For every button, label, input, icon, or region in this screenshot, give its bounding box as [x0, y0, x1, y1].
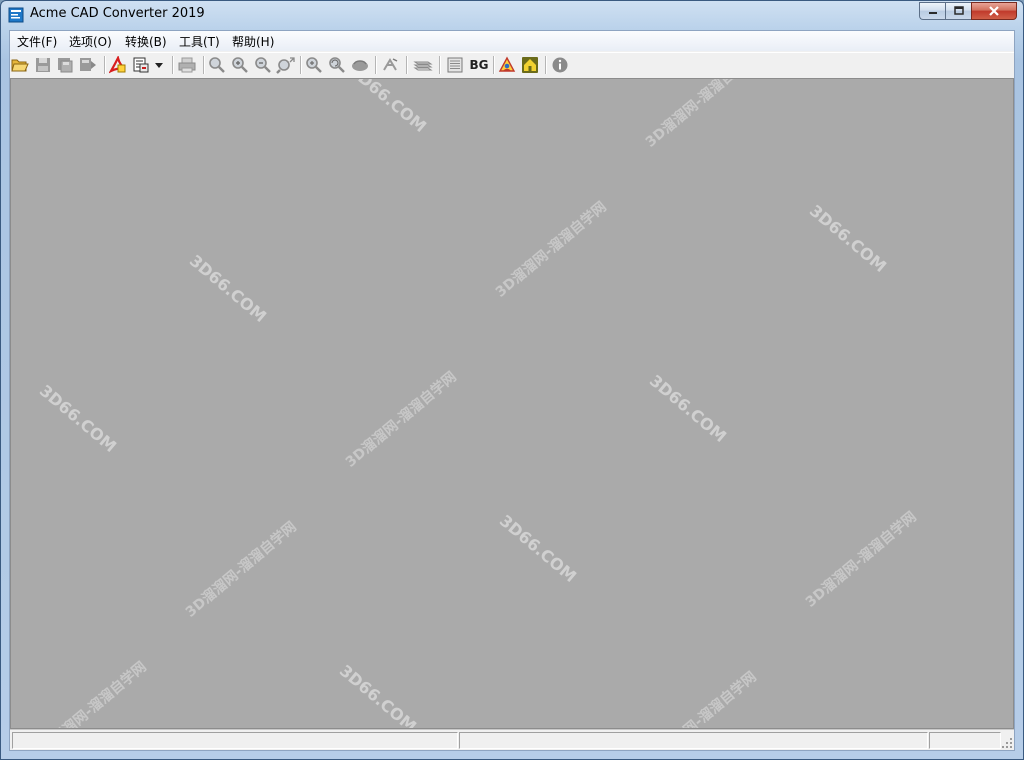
menu-file[interactable]: 文件(F)	[14, 33, 60, 50]
watermark-text: 3D溜溜网-溜溜自学网	[642, 668, 760, 729]
toolbar-separator	[300, 56, 302, 74]
watermark-site: 3D66.COM	[645, 371, 731, 446]
menu-bar: 文件(F) 选项(O) 转换(B) 工具(T) 帮助(H)	[10, 31, 1014, 51]
watermark-text: 3D溜溜网-溜溜自学网	[342, 368, 460, 471]
watermark-site: 3D66.COM	[345, 78, 431, 136]
help-book-icon	[498, 56, 516, 72]
batch-save-icon	[80, 58, 96, 71]
maximize-button[interactable]	[945, 2, 971, 20]
sheets-icon	[413, 61, 433, 71]
drawing-canvas[interactable]: 3D66.COM 3D66.COM 3D66.COM 3D66.COM 3D66…	[10, 78, 1014, 729]
convert-document-button[interactable]	[131, 55, 151, 75]
zoom-extents-icon	[276, 57, 295, 74]
status-pane-info	[459, 732, 928, 749]
zoom-window-icon	[209, 57, 225, 73]
zoom-previous-button[interactable]	[327, 55, 347, 75]
resize-grip-icon[interactable]	[1001, 737, 1013, 749]
layers-button[interactable]	[380, 55, 400, 75]
title-bar[interactable]: Acme CAD Converter 2019	[1, 1, 1023, 29]
grid-button[interactable]	[445, 55, 465, 75]
watermark-text: 3D溜溜网-溜溜自学网	[802, 508, 920, 611]
batch-save-button[interactable]	[78, 55, 98, 75]
home-icon	[522, 57, 538, 73]
watermark-site: 3D66.COM	[805, 201, 891, 276]
toolbar-separator	[104, 56, 106, 74]
watermark-site: 3D66.COM	[185, 251, 271, 326]
info-icon	[552, 57, 568, 73]
status-pane-main	[12, 732, 458, 749]
export-pdf-button[interactable]	[108, 55, 128, 75]
app-window: Acme CAD Converter 2019 文件(F) 选项(O) 转换(B…	[0, 0, 1024, 760]
watermark-site: 3D66.COM	[35, 381, 121, 456]
watermark-site: 3D66.COM	[335, 661, 421, 729]
watermark-text: 3D溜溜网-溜溜自学网	[182, 518, 300, 621]
menu-options[interactable]: 选项(O)	[66, 33, 115, 50]
print-icon	[178, 57, 196, 73]
client-area: 文件(F) 选项(O) 转换(B) 工具(T) 帮助(H) BG 3D66.CO…	[9, 30, 1015, 751]
layers-icon	[383, 58, 398, 71]
open-folder-icon	[11, 59, 29, 72]
toolbar-separator	[172, 56, 174, 74]
status-pane-extra	[929, 732, 1001, 749]
about-button[interactable]	[550, 55, 570, 75]
toolbar-separator	[375, 56, 377, 74]
menu-tools[interactable]: 工具(T)	[176, 33, 223, 50]
convert-dropdown-button[interactable]	[153, 55, 165, 75]
dropdown-arrow-icon	[155, 62, 163, 68]
background-button[interactable]: BG	[466, 55, 492, 75]
watermark-site: 3D66.COM	[495, 511, 581, 586]
zoom-previous-icon	[329, 57, 345, 73]
zoom-out-icon	[255, 57, 271, 73]
zoom-in-button[interactable]	[230, 55, 250, 75]
toolbar-separator	[406, 56, 408, 74]
watermark-text: 3D溜溜网-溜溜自学网	[492, 198, 610, 301]
sheets-button[interactable]	[413, 55, 433, 75]
caption-buttons	[919, 2, 1017, 20]
maximize-icon	[953, 6, 964, 15]
zoom-window-button[interactable]	[207, 55, 227, 75]
toolbar-separator	[203, 56, 205, 74]
watermark-text: 3D溜溜网-溜溜自学网	[32, 658, 150, 729]
save-as-button[interactable]	[55, 55, 75, 75]
home-button[interactable]	[520, 55, 540, 75]
export-pdf-icon	[109, 56, 126, 74]
zoom-in-icon	[232, 57, 248, 73]
help-button[interactable]	[497, 55, 517, 75]
zoom-extents-button[interactable]	[276, 55, 296, 75]
open-button[interactable]	[10, 55, 30, 75]
save-as-icon	[58, 58, 73, 73]
minimize-button[interactable]	[919, 2, 945, 20]
toolbar-separator	[545, 56, 547, 74]
pan-button[interactable]	[350, 55, 370, 75]
save-button[interactable]	[33, 55, 53, 75]
menu-convert[interactable]: 转换(B)	[122, 33, 170, 50]
menu-help[interactable]: 帮助(H)	[229, 33, 277, 50]
zoom-out-button[interactable]	[253, 55, 273, 75]
pan-icon	[352, 60, 368, 71]
save-icon	[36, 58, 50, 72]
zoom-realtime-button[interactable]	[304, 55, 324, 75]
toolbar-separator	[493, 56, 495, 74]
background-label: BG	[469, 58, 489, 72]
close-button[interactable]	[971, 2, 1017, 20]
watermark-text: 3D溜溜网-溜溜自学网	[642, 78, 760, 151]
status-bar	[10, 729, 1014, 750]
app-document-icon	[8, 7, 24, 23]
close-icon	[989, 6, 999, 16]
zoom-realtime-icon	[306, 57, 322, 73]
toolbar-separator	[439, 56, 441, 74]
grid-icon	[447, 57, 463, 73]
toolbar: BG	[10, 52, 1014, 79]
convert-document-icon	[133, 57, 149, 73]
minimize-icon	[928, 12, 937, 14]
window-title: Acme CAD Converter 2019	[30, 6, 205, 21]
print-button[interactable]	[177, 55, 197, 75]
